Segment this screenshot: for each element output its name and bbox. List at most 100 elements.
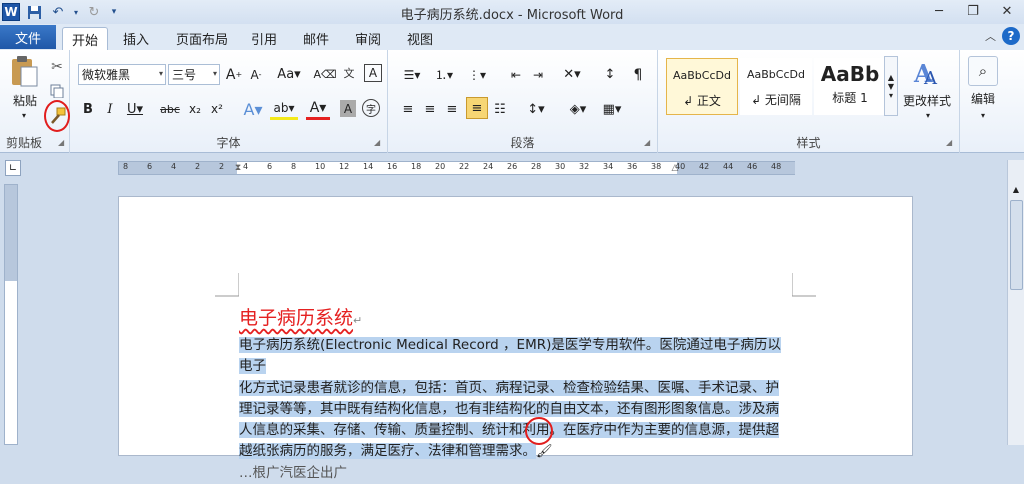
underline-icon[interactable]: U▾ [124,98,146,120]
collapse-ribbon-icon[interactable]: ︿ [985,28,996,44]
window-title: 电子病历系统.docx - Microsoft Word [400,8,624,23]
styles-scroll[interactable]: ▲ ▼ ▾ [884,56,898,116]
svg-text:A: A [923,68,938,88]
character-shading-icon[interactable]: A [340,100,356,117]
indent-marker-icon[interactable]: ⧗ [233,157,243,179]
font-name-select[interactable]: 微软雅黑 ▾ [78,64,166,85]
borders-icon[interactable]: ▦▾ [598,98,626,120]
chinese-layout-icon[interactable]: ✕▾ [558,64,586,85]
cut-icon[interactable]: ✂ [48,58,66,76]
close-icon[interactable]: ✕ [990,0,1024,22]
styles-group: AaBbCcDd ↲ 正文 AaBbCcDd ↲ 无间隔 AaBb 标题 1 ▲… [658,50,960,153]
change-case-icon[interactable]: Aa▾ [276,64,302,85]
style-no-spacing[interactable]: AaBbCcDd ↲ 无间隔 [740,58,812,115]
style-heading-1[interactable]: AaBb 标题 1 [814,58,886,115]
style-normal[interactable]: AaBbCcDd ↲ 正文 [666,58,738,115]
help-icon[interactable]: ? [1002,27,1020,45]
show-paragraph-marks-icon[interactable]: ¶ [628,64,648,85]
bold-icon[interactable]: B [80,98,96,120]
document-title-text: 电子病历系统 [239,307,354,329]
ruler-tick-label: 30 [555,162,566,171]
shading-icon[interactable]: ◈▾ [564,98,592,120]
grow-font-icon[interactable]: A + [224,64,244,85]
margin-corner-top-right [792,273,816,297]
horizontal-ruler[interactable]: 8 6 4 2 2 4 6 8 10 12 14 16 18 20 22 24 26 28 30 32 34 36 38 40… [118,161,795,175]
restore-icon[interactable]: ❐ [956,0,990,22]
paragraph-line: 理记录等等，其中既有结构化信息，也有非结构化的自由文本，还有图形图象信息。涉及病 [239,399,794,420]
change-styles-dropdown-icon[interactable]: ▾ [922,110,934,120]
sort-icon[interactable]: ↕ [600,64,620,85]
ruler-tick-label: 24 [483,162,494,171]
phonetic-guide-icon[interactable]: 文 [338,62,360,84]
ruler-tick-label: 36 [627,162,638,171]
change-styles-label[interactable]: 更改样式 [900,92,954,108]
more-styles-icon[interactable]: ▾ [889,91,893,100]
editing-dropdown-icon[interactable]: ▾ [977,110,989,120]
paste-button-label[interactable]: 粘贴 [8,92,42,108]
line-spacing-icon[interactable]: ↕▾ [522,98,550,120]
align-right-icon[interactable]: ≡ [442,98,462,120]
strikethrough-icon[interactable]: abc [158,98,182,120]
styles-group-label: 样式 [796,136,821,150]
tab-home[interactable]: 开始 [62,27,108,51]
paste-icon[interactable] [8,54,42,88]
align-left-icon[interactable]: ≡ [398,98,418,120]
increase-indent-icon[interactable]: ⇥ [528,64,548,85]
ruler-tick-label: 26 [507,162,518,171]
numbering-icon[interactable]: ⒈▾ [430,64,458,85]
tab-insert[interactable]: 插入 [116,27,156,50]
shrink-font-icon[interactable]: A- [246,64,266,85]
tab-page-layout[interactable]: 页面布局 [170,27,234,50]
styles-launcher-icon[interactable]: ◢ [946,138,952,147]
copy-icon[interactable] [48,82,66,100]
font-color-icon[interactable]: A▾ [306,98,330,120]
change-styles-icon[interactable]: AA [902,56,952,90]
align-center-icon[interactable]: ≡ [420,98,440,120]
document-paragraph[interactable]: 电子病历系统(Electronic Medical Record ，EMR)是医… [239,335,794,484]
decrease-indent-icon[interactable]: ⇤ [506,64,526,85]
justify-icon[interactable]: ≡ [466,97,488,119]
scroll-down-icon[interactable]: ▼ [888,82,894,91]
minimize-icon[interactable]: ─ [922,0,956,22]
superscript-icon[interactable]: x² [208,98,226,120]
paragraph-line: 人信息的采集、存储、传输、质量控制、统计和利用。在医疗中作为主要的信息源，提供超 [239,420,794,441]
scroll-thumb[interactable] [1010,200,1023,290]
font-launcher-icon[interactable]: ◢ [374,138,380,147]
right-indent-marker-icon[interactable]: △ [670,160,680,176]
ruler-tick-label: 2 [219,162,225,171]
paste-dropdown-icon[interactable]: ▾ [18,110,30,120]
tab-selector-icon[interactable]: ∟ [5,160,21,176]
text-effects-icon[interactable]: A▾ [240,98,266,120]
distributed-icon[interactable]: ☷ [490,98,510,120]
vertical-ruler[interactable] [4,184,18,445]
bullets-icon[interactable]: ☰▾ [398,64,426,85]
editing-label[interactable]: 编辑 [964,90,1002,106]
style-name: 标题 1 [832,91,868,105]
enclose-characters-icon[interactable]: 字 [362,99,380,117]
tab-file[interactable]: 文件 [0,25,56,49]
paragraph-group-label: 段落 [510,136,535,150]
tab-review[interactable]: 审阅 [350,27,386,50]
scroll-up-icon[interactable]: ▲ [888,73,894,82]
scroll-up-arrow-icon[interactable]: ▲ [1009,182,1023,196]
ruler-tick-label: 10 [315,162,326,171]
vertical-scrollbar[interactable]: ▲ [1007,160,1024,445]
title-bar: W ↶ ▾ ↻ ▾ 电子病历系统.docx - Microsoft Word ─… [0,0,1024,24]
find-binoculars-icon[interactable]: ⌕ [968,56,998,86]
tab-references[interactable]: 引用 [246,27,282,50]
paragraph-line: …根广汽医企出广 [239,463,794,484]
style-name: ↲ 无间隔 [751,93,801,107]
font-size-value: 三号 [172,68,197,82]
document-title[interactable]: 电子病历系统↵ [239,303,362,330]
tab-mailings[interactable]: 邮件 [298,27,334,50]
paragraph-launcher-icon[interactable]: ◢ [644,138,650,147]
clipboard-launcher-icon[interactable]: ◢ [58,138,64,147]
font-size-select[interactable]: 三号 ▾ [168,64,220,85]
multilevel-list-icon[interactable]: ⋮▾ [462,64,492,85]
italic-icon[interactable]: I [102,98,118,120]
character-border-icon[interactable]: A [364,64,382,82]
clear-formatting-icon[interactable]: A⌫ [313,64,336,85]
subscript-icon[interactable]: x₂ [186,98,204,120]
tab-view[interactable]: 视图 [402,27,438,50]
highlight-color-icon[interactable]: ab▾ [270,98,298,120]
